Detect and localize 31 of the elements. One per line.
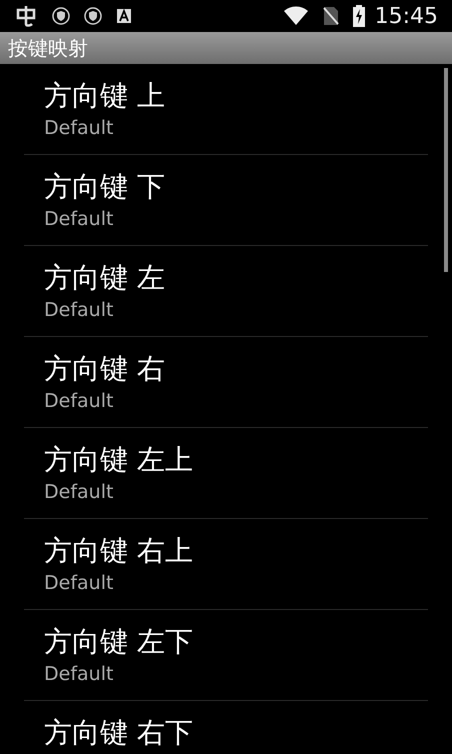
setting-item[interactable]: 方向键 左上 Default xyxy=(24,428,428,519)
shield-icon xyxy=(84,7,102,25)
item-summary: Default xyxy=(44,116,114,141)
font-icon xyxy=(116,8,132,24)
item-title: 方向键 左下 xyxy=(44,624,194,660)
item-summary: Default xyxy=(44,480,114,505)
item-title: 方向键 右 xyxy=(44,351,166,387)
item-summary: Default xyxy=(44,389,114,414)
item-summary: Default xyxy=(44,662,114,687)
item-title: 方向键 左上 xyxy=(44,442,194,478)
item-title: 方向键 右下 xyxy=(44,715,194,751)
setting-item[interactable]: 方向键 下 Default xyxy=(24,155,428,246)
screen-title: 按键映射 xyxy=(8,38,88,58)
battery-charging-icon xyxy=(352,5,365,27)
item-summary: Default xyxy=(44,571,114,596)
item-title: 方向键 上 xyxy=(44,78,166,114)
no-sim-icon xyxy=(322,6,339,26)
item-summary: Default xyxy=(44,207,114,232)
shield-icon xyxy=(52,7,70,25)
item-title: 方向键 下 xyxy=(44,169,166,205)
clock-time: 15:45 xyxy=(374,2,438,30)
item-summary: Default xyxy=(44,298,114,323)
setting-item[interactable]: 方向键 右上 Default xyxy=(24,519,428,610)
setting-item[interactable]: 方向键 右下 xyxy=(24,701,428,754)
setting-item[interactable]: 方向键 左下 Default xyxy=(24,610,428,701)
setting-item[interactable]: 方向键 右 Default xyxy=(24,337,428,428)
item-title: 方向键 左 xyxy=(44,260,166,296)
item-title: 方向键 右上 xyxy=(44,533,194,569)
setting-item[interactable]: 方向键 上 Default xyxy=(24,64,428,155)
setting-item[interactable]: 方向键 左 Default xyxy=(24,246,428,337)
wifi-icon xyxy=(282,6,309,26)
